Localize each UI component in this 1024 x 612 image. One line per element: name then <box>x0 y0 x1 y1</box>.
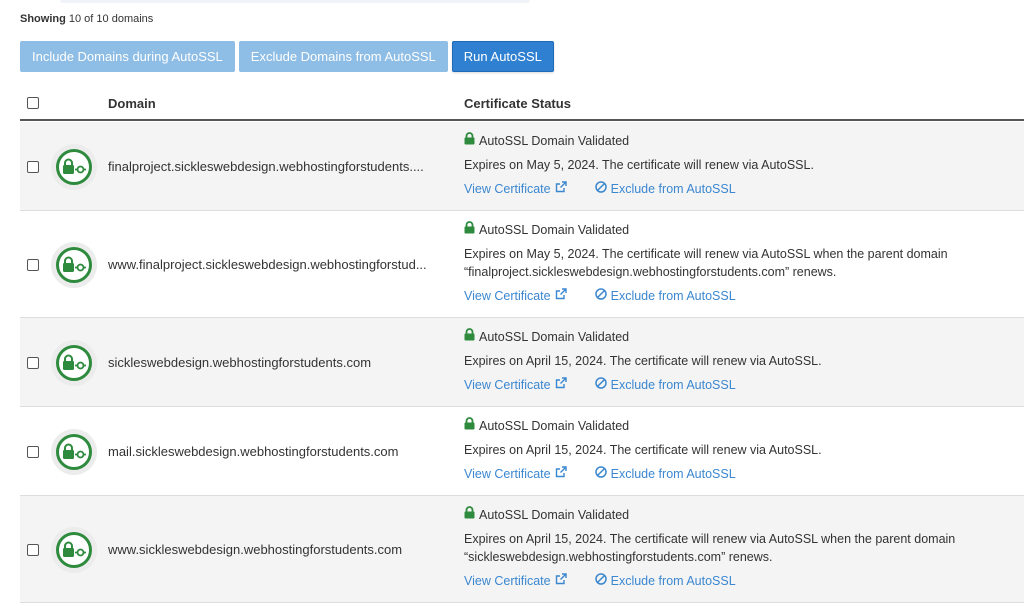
certificate-status: AutoSSL Domain Validated Expires on May … <box>464 132 1019 198</box>
ssl-validated-lock-icon <box>51 241 97 288</box>
showing-label: Showing <box>20 13 66 25</box>
domain-name: finalproject.sickleswebdesign.webhosting… <box>108 158 424 174</box>
external-link-icon <box>555 287 567 305</box>
exclude-from-autossl-link[interactable]: Exclude from AutoSSL <box>594 465 736 483</box>
ban-icon <box>594 572 607 590</box>
exclude-from-autossl-link[interactable]: Exclude from AutoSSL <box>594 376 736 394</box>
ssl-validated-lock-icon <box>51 526 97 573</box>
ban-icon <box>594 287 607 305</box>
showing-text: 10 of 10 domains <box>68 13 154 25</box>
domain-column-header[interactable]: Domain <box>108 96 156 111</box>
expiry-text: Expires on April 15, 2024. The certifica… <box>464 443 822 457</box>
view-certificate-label: View Certificate <box>464 378 551 392</box>
exclude-label: Exclude from AutoSSL <box>610 182 736 196</box>
ssl-validated-lock-icon <box>51 428 97 475</box>
lock-icon <box>464 417 475 435</box>
table-header: Domain Certificate Status <box>20 88 1024 121</box>
run-autossl-button[interactable]: Run AutoSSL <box>451 41 554 72</box>
view-certificate-link[interactable]: View Certificate <box>464 572 567 590</box>
view-certificate-label: View Certificate <box>464 289 551 303</box>
status-text: AutoSSL Domain Validated <box>479 134 630 148</box>
table-row: mail.sickleswebdesign.webhostingforstude… <box>20 407 1024 496</box>
expiry-text: Expires on May 5, 2024. The certificate … <box>464 247 948 279</box>
external-link-icon <box>555 376 567 394</box>
status-text: AutoSSL Domain Validated <box>479 330 630 344</box>
domain-name: mail.sickleswebdesign.webhostingforstude… <box>108 443 399 459</box>
lock-icon <box>464 132 475 150</box>
exclude-label: Exclude from AutoSSL <box>610 378 736 392</box>
row-checkbox[interactable] <box>27 543 39 556</box>
row-checkbox[interactable] <box>27 258 39 271</box>
row-checkbox[interactable] <box>27 356 39 369</box>
external-link-icon <box>555 180 567 198</box>
certificate-status: AutoSSL Domain Validated Expires on Apri… <box>464 417 1019 483</box>
view-certificate-label: View Certificate <box>464 182 551 196</box>
include-domains-button[interactable]: Include Domains during AutoSSL <box>20 41 235 72</box>
autossl-toolbar: Include Domains during AutoSSL Exclude D… <box>20 41 554 72</box>
table-row: www.finalproject.sickleswebdesign.webhos… <box>20 211 1024 318</box>
exclude-from-autossl-link[interactable]: Exclude from AutoSSL <box>594 287 736 305</box>
lock-icon <box>464 328 475 346</box>
exclude-label: Exclude from AutoSSL <box>610 467 736 481</box>
status-text: AutoSSL Domain Validated <box>479 419 630 433</box>
certificate-status: AutoSSL Domain Validated Expires on Apri… <box>464 506 1019 590</box>
view-certificate-label: View Certificate <box>464 467 551 481</box>
status-text: AutoSSL Domain Validated <box>479 223 630 237</box>
domain-name: www.sickleswebdesign.webhostingforstuden… <box>108 541 403 557</box>
table-row: www.sickleswebdesign.webhostingforstuden… <box>20 496 1024 603</box>
view-certificate-link[interactable]: View Certificate <box>464 180 567 198</box>
view-certificate-link[interactable]: View Certificate <box>464 287 567 305</box>
top-divider <box>60 0 530 3</box>
domain-name: www.finalproject.sickleswebdesign.webhos… <box>108 256 427 272</box>
external-link-icon <box>555 465 567 483</box>
lock-icon <box>464 221 475 239</box>
expiry-text: Expires on May 5, 2024. The certificate … <box>464 158 814 172</box>
status-column-header[interactable]: Certificate Status <box>464 96 571 111</box>
showing-count: Showing 10 of 10 domains <box>20 13 153 25</box>
ssl-validated-lock-icon <box>51 143 97 190</box>
lock-icon <box>464 506 475 524</box>
exclude-domains-button[interactable]: Exclude Domains from AutoSSL <box>238 41 448 72</box>
exclude-from-autossl-link[interactable]: Exclude from AutoSSL <box>594 572 736 590</box>
expiry-text: Expires on April 15, 2024. The certifica… <box>464 532 956 564</box>
view-certificate-label: View Certificate <box>464 574 551 588</box>
ssl-validated-lock-icon <box>51 339 97 386</box>
row-checkbox[interactable] <box>27 160 39 173</box>
row-checkbox[interactable] <box>27 445 39 458</box>
ban-icon <box>594 465 607 483</box>
expiry-text: Expires on April 15, 2024. The certifica… <box>464 354 822 368</box>
exclude-from-autossl-link[interactable]: Exclude from AutoSSL <box>594 180 736 198</box>
exclude-label: Exclude from AutoSSL <box>610 289 736 303</box>
certificate-status: AutoSSL Domain Validated Expires on May … <box>464 221 1019 305</box>
ban-icon <box>594 376 607 394</box>
ban-icon <box>594 180 607 198</box>
status-text: AutoSSL Domain Validated <box>479 508 630 522</box>
external-link-icon <box>555 572 567 590</box>
view-certificate-link[interactable]: View Certificate <box>464 376 567 394</box>
certificate-status: AutoSSL Domain Validated Expires on Apri… <box>464 328 1019 394</box>
view-certificate-link[interactable]: View Certificate <box>464 465 567 483</box>
table-row: finalproject.sickleswebdesign.webhosting… <box>20 122 1024 211</box>
table-row: sickleswebdesign.webhostingforstudents.c… <box>20 318 1024 407</box>
select-all-checkbox[interactable] <box>27 97 39 109</box>
exclude-label: Exclude from AutoSSL <box>610 574 736 588</box>
domain-name: sickleswebdesign.webhostingforstudents.c… <box>108 354 372 370</box>
